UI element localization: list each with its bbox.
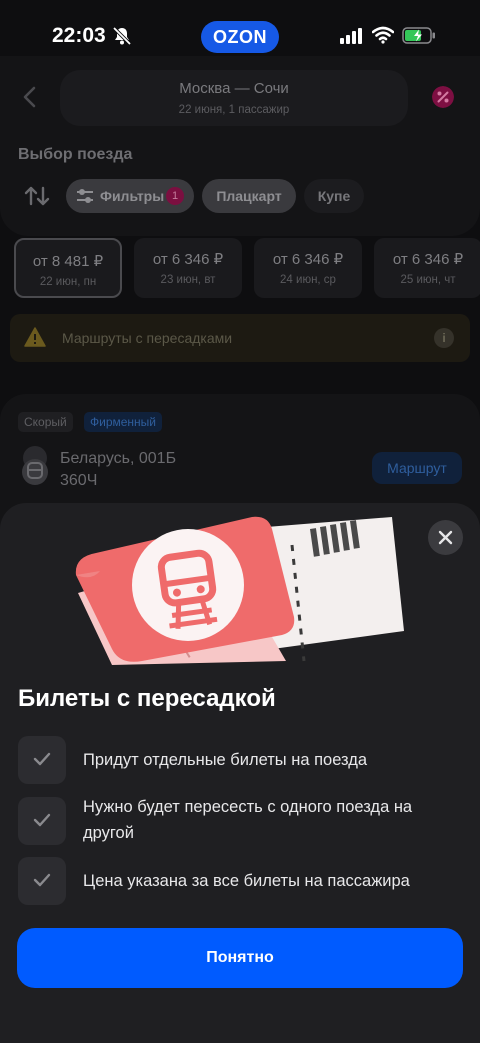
date-price: от 6 346 ₽ (152, 251, 224, 268)
train-tag-fast: Скорый (18, 412, 73, 432)
filters-button[interactable]: Фильтры 1 (66, 179, 194, 213)
ozon-logo: OZON (201, 21, 279, 53)
check-icon (33, 752, 51, 766)
info-point-text: Придут отдельные билеты на поезда (83, 751, 368, 769)
train-icon (22, 446, 48, 485)
transfer-info-sheet: Билеты с пересадкой Придут отдельные бил… (0, 503, 480, 1043)
route-summary[interactable]: Москва — Сочи 22 июня, 1 пассажир (60, 70, 408, 126)
date-card[interactable]: от 6 346 ₽ 25 июн, чт (374, 238, 480, 298)
close-icon (438, 530, 453, 545)
sort-icon[interactable] (24, 186, 50, 206)
check-badge (18, 857, 66, 905)
filters-label: Фильтры (100, 188, 165, 204)
route-button[interactable]: Маршрут (372, 452, 462, 484)
chip-kupe[interactable]: Купе (304, 179, 364, 213)
info-point-text: Цена указана за все билеты на пассажира (83, 872, 410, 890)
got-it-button[interactable]: Понятно (17, 928, 463, 988)
train-name: Беларусь, 001Б (60, 450, 177, 467)
battery-charging-icon (402, 27, 435, 44)
info-point: Нужно будет пересесть с одного поезда на… (18, 797, 478, 845)
filters-count-badge: 1 (166, 187, 184, 205)
filters-icon (77, 189, 93, 203)
info-point: Цена указана за все билеты на пассажира (18, 857, 478, 905)
info-point-text: Нужно будет пересесть с одного поезда на… (83, 798, 413, 842)
date-price: от 6 346 ₽ (272, 251, 344, 268)
date-day: 22 июн, пн (39, 276, 97, 288)
info-icon[interactable]: i (434, 328, 454, 348)
date-day: 25 июн, чт (400, 274, 456, 286)
ozon-logo-text: OZON (213, 26, 267, 47)
date-card[interactable]: от 6 346 ₽ 24 июн, ср (254, 238, 362, 298)
close-button[interactable] (428, 520, 463, 555)
route-details: 22 июня, 1 пассажир (178, 104, 290, 116)
back-chevron-icon[interactable] (20, 86, 40, 108)
train-tickets-illustration (72, 511, 408, 665)
date-day: 24 июн, ср (280, 274, 336, 286)
signal-icon (340, 28, 362, 44)
warning-icon (24, 327, 46, 347)
check-badge (18, 797, 66, 845)
train-number: 360Ч (60, 472, 98, 489)
train-tag-branded: Фирменный (84, 412, 163, 432)
section-title: Выбор поезда (18, 146, 133, 163)
date-day: 23 июн, вт (160, 274, 216, 286)
chip-platzkart[interactable]: Плацкарт (202, 179, 296, 213)
sheet-title: Билеты с пересадкой (18, 685, 276, 712)
transfer-banner-text: Маршруты с пересадками (62, 330, 233, 346)
transfer-routes-banner[interactable]: Маршруты с пересадками i (10, 314, 470, 362)
date-price: от 8 481 ₽ (32, 253, 104, 270)
route-title: Москва — Сочи (179, 80, 289, 97)
date-card[interactable]: от 6 346 ₽ 23 июн, вт (134, 238, 242, 298)
date-price: от 6 346 ₽ (392, 251, 464, 268)
wifi-icon (372, 26, 394, 44)
bell-off-icon (112, 26, 132, 46)
check-icon (33, 813, 51, 827)
status-time: 22:03 (52, 24, 106, 47)
discount-icon[interactable] (432, 86, 454, 108)
info-point: Придут отдельные билеты на поезда (18, 736, 478, 784)
date-card[interactable]: от 8 481 ₽ 22 июн, пн (14, 238, 122, 298)
check-badge (18, 736, 66, 784)
check-icon (33, 873, 51, 887)
